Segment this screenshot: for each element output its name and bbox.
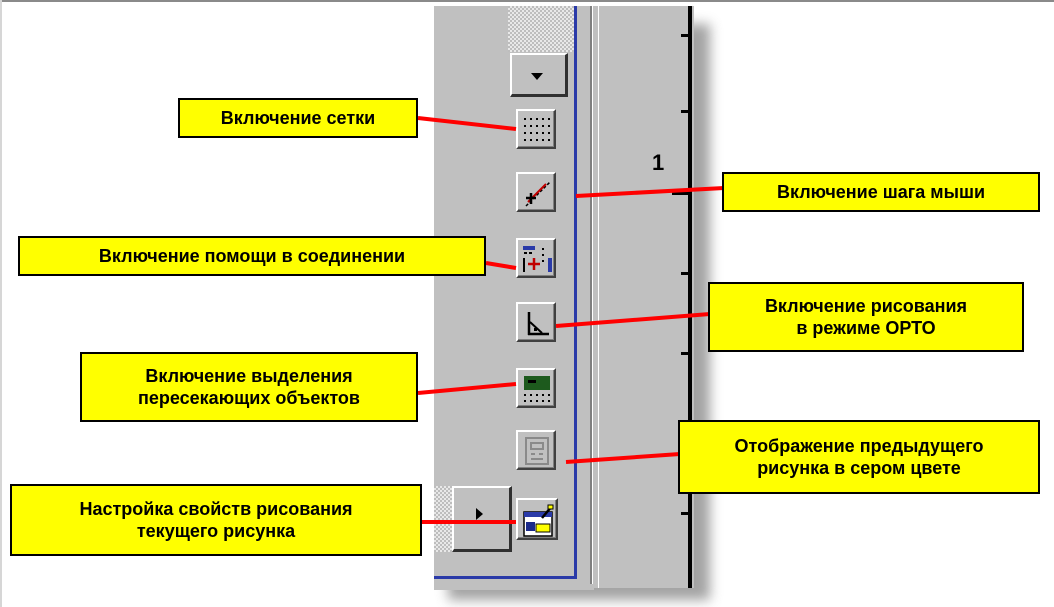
drawing-properties-icon <box>523 504 554 537</box>
callout-ortho-line1: Включение рисования <box>764 296 968 316</box>
dropdown-arrow-icon <box>531 73 543 80</box>
scroll-right-icon <box>476 508 483 520</box>
toolbar-edge-horizontal <box>434 576 577 579</box>
ruler-tick <box>681 34 690 37</box>
toolbar-pattern-bottom <box>434 486 452 552</box>
callout-intersect: Включение выделения пересекающих объекто… <box>80 352 418 422</box>
ruler-axis <box>688 6 692 588</box>
callout-ortho-line2: в режиме ОРТО <box>796 318 936 338</box>
connect-help-icon <box>523 246 552 272</box>
grid-toggle-button[interactable] <box>516 109 556 149</box>
ruler-tick <box>681 110 690 113</box>
callout-snap-text: Включение шага мыши <box>776 182 986 202</box>
callout-intersect-line1: Включение выделения <box>145 366 353 386</box>
callout-drawing-properties: Настройка свойств рисования текущего рис… <box>10 484 422 556</box>
scroll-right-button[interactable] <box>452 486 512 552</box>
intersect-select-toggle-button[interactable] <box>516 368 556 408</box>
ruler-tick <box>681 272 690 275</box>
panel-bottom-band <box>434 584 594 590</box>
top-border <box>0 0 1054 2</box>
panel-divider <box>590 6 593 588</box>
callout-previous-gray-line2: рисунка в сером цвете <box>757 458 961 478</box>
callout-previous-gray: Отображение предыдущего рисунка в сером … <box>678 420 1040 494</box>
ortho-icon <box>527 312 549 336</box>
ruler-number: 1 <box>652 150 665 175</box>
callout-snap: Включение шага мыши <box>722 172 1040 212</box>
screenshot-stage: 1 Включение сетки Включение шага мыши Вк… <box>0 0 1054 607</box>
left-border <box>0 0 2 607</box>
callout-grid: Включение сетки <box>178 98 418 138</box>
callout-connect-help: Включение помощи в соединении <box>18 236 486 276</box>
vertical-ruler <box>598 6 694 588</box>
intersect-select-icon <box>524 376 550 402</box>
callout-ortho: Включение рисования в режиме ОРТО <box>708 282 1024 352</box>
toolbar-pattern-top <box>508 6 574 52</box>
callout-connect-help-text: Включение помощи в соединении <box>98 246 406 266</box>
connect-help-toggle-button[interactable] <box>516 238 556 278</box>
grid-icon <box>524 118 550 141</box>
toolbar-edge-vertical <box>574 6 577 578</box>
ruler-tick <box>681 352 690 355</box>
ortho-toggle-button[interactable] <box>516 302 556 342</box>
snap-icon <box>525 181 551 207</box>
callout-grid-text: Включение сетки <box>220 108 376 128</box>
previous-drawing-gray-icon <box>525 437 549 465</box>
snap-toggle-button[interactable] <box>516 172 556 212</box>
callout-drawing-properties-line1: Настройка свойств рисования <box>79 499 353 519</box>
previous-drawing-gray-toggle-button[interactable] <box>516 430 556 470</box>
toolbar-dropdown-button[interactable] <box>510 53 568 97</box>
drawing-properties-button[interactable] <box>516 498 558 540</box>
callout-previous-gray-line1: Отображение предыдущего <box>734 436 984 456</box>
callout-intersect-line2: пересекающих объектов <box>138 388 360 408</box>
callout-drawing-properties-line2: текущего рисунка <box>136 521 296 541</box>
ruler-tick-major <box>672 192 690 195</box>
ruler-tick <box>681 512 690 515</box>
